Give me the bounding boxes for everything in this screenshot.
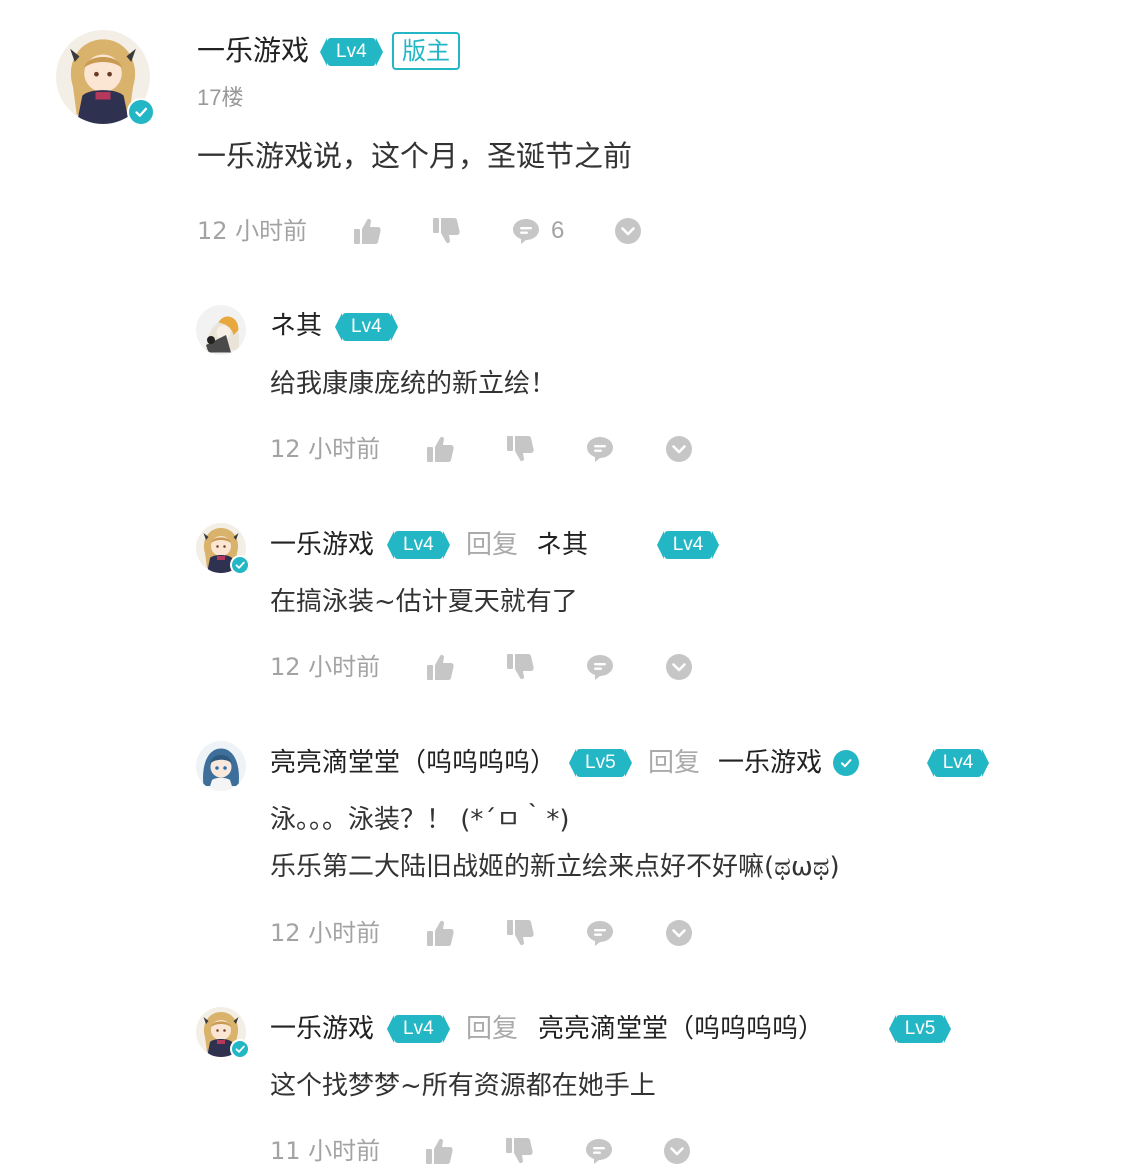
author-name[interactable]: 亮亮滴堂堂（呜呜呜呜）: [270, 745, 556, 781]
reply-content: 这个找梦梦~所有资源都在她手上: [270, 1071, 656, 1101]
more-chevron-icon[interactable]: [614, 217, 642, 245]
author-name[interactable]: ネ其: [270, 308, 322, 344]
reply-label: 回复: [466, 530, 519, 560]
avatar[interactable]: [196, 741, 246, 791]
main-post: 一乐游戏 Lv4 版主 17楼 一乐游戏说，这个月，圣诞节之前 12 小时前 6: [0, 0, 1129, 270]
reply-content-line-2: 乐乐第二大陆旧战姬的新立绘来点好不好嘛(ಥωಥ): [270, 852, 840, 882]
thumbs-down-icon[interactable]: [506, 435, 534, 463]
reply-count[interactable]: 6: [551, 216, 564, 246]
reply-to-name[interactable]: 一乐游戏: [718, 745, 822, 781]
verified-icon: [230, 555, 250, 575]
reply-time: 12 小时前: [270, 919, 381, 947]
reply-content: 给我康康庞统的新立绘！: [270, 369, 557, 399]
thumbs-down-icon[interactable]: [506, 653, 534, 681]
reply-label: 回复: [648, 748, 701, 778]
reply-content: 在搞泳装~估计夏天就有了: [270, 587, 578, 617]
reply-time: 12 小时前: [270, 435, 381, 463]
reply-item: 亮亮滴堂堂（呜呜呜呜） Lv5 回复 一乐游戏 Lv4 泳。。。泳装？！ (*´…: [0, 731, 1129, 961]
verified-icon: [833, 750, 859, 776]
thumbs-up-icon[interactable]: [426, 653, 454, 681]
thumbs-up-icon[interactable]: [425, 1137, 453, 1165]
reply-time: 11 小时前: [270, 1137, 381, 1165]
reply-to-level-badge: Lv5: [888, 1015, 951, 1043]
comment-icon[interactable]: [585, 1137, 613, 1165]
reply-to-level-badge: Lv4: [926, 749, 989, 777]
thumbs-down-icon[interactable]: [432, 217, 460, 245]
reply-to-level-badge: Lv4: [656, 531, 719, 559]
thumbs-up-icon[interactable]: [353, 217, 381, 245]
reply-item: 一乐游戏 Lv4 回复 ネ其 Lv4 在搞泳装~估计夏天就有了 12 小时前: [0, 513, 1129, 693]
more-chevron-icon[interactable]: [665, 653, 693, 681]
reply-to-name[interactable]: 亮亮滴堂堂（呜呜呜呜）: [538, 1011, 824, 1047]
post-time: 12 小时前: [197, 217, 308, 245]
reply-time: 12 小时前: [270, 653, 381, 681]
moderator-badge: 版主: [392, 32, 460, 70]
post-content: 一乐游戏说，这个月，圣诞节之前: [197, 139, 633, 173]
level-badge: Lv5: [569, 749, 632, 777]
author-name[interactable]: 一乐游戏: [197, 32, 309, 70]
author-name[interactable]: 一乐游戏: [270, 527, 374, 563]
comment-icon[interactable]: [586, 653, 614, 681]
verified-icon: [127, 98, 155, 126]
thumbs-down-icon[interactable]: [505, 1137, 533, 1165]
more-chevron-icon[interactable]: [663, 1137, 691, 1165]
level-badge: Lv4: [320, 38, 383, 66]
thumbs-up-icon[interactable]: [426, 435, 454, 463]
comment-icon[interactable]: [512, 217, 540, 245]
level-badge: Lv4: [387, 1015, 450, 1043]
reply-label: 回复: [466, 1014, 519, 1044]
verified-icon: [230, 1039, 250, 1059]
comment-icon[interactable]: [586, 919, 614, 947]
more-chevron-icon[interactable]: [665, 919, 693, 947]
more-chevron-icon[interactable]: [665, 435, 693, 463]
comment-icon[interactable]: [586, 435, 614, 463]
reply-item: 一乐游戏 Lv4 回复 亮亮滴堂堂（呜呜呜呜） Lv5 这个找梦梦~所有资源都在…: [0, 997, 1129, 1176]
level-badge: Lv4: [335, 313, 398, 341]
thumbs-down-icon[interactable]: [506, 919, 534, 947]
author-name[interactable]: 一乐游戏: [270, 1011, 374, 1047]
avatar[interactable]: [196, 305, 246, 355]
reply-item: ネ其 Lv4 给我康康庞统的新立绘！ 12 小时前: [0, 295, 1129, 475]
reply-to-name[interactable]: ネ其: [536, 527, 588, 563]
thumbs-up-icon[interactable]: [426, 919, 454, 947]
floor-number: 17楼: [197, 85, 244, 110]
reply-content-line-1: 泳。。。泳装？！ (*´ㅁ｀*): [270, 805, 570, 835]
level-badge: Lv4: [387, 531, 450, 559]
